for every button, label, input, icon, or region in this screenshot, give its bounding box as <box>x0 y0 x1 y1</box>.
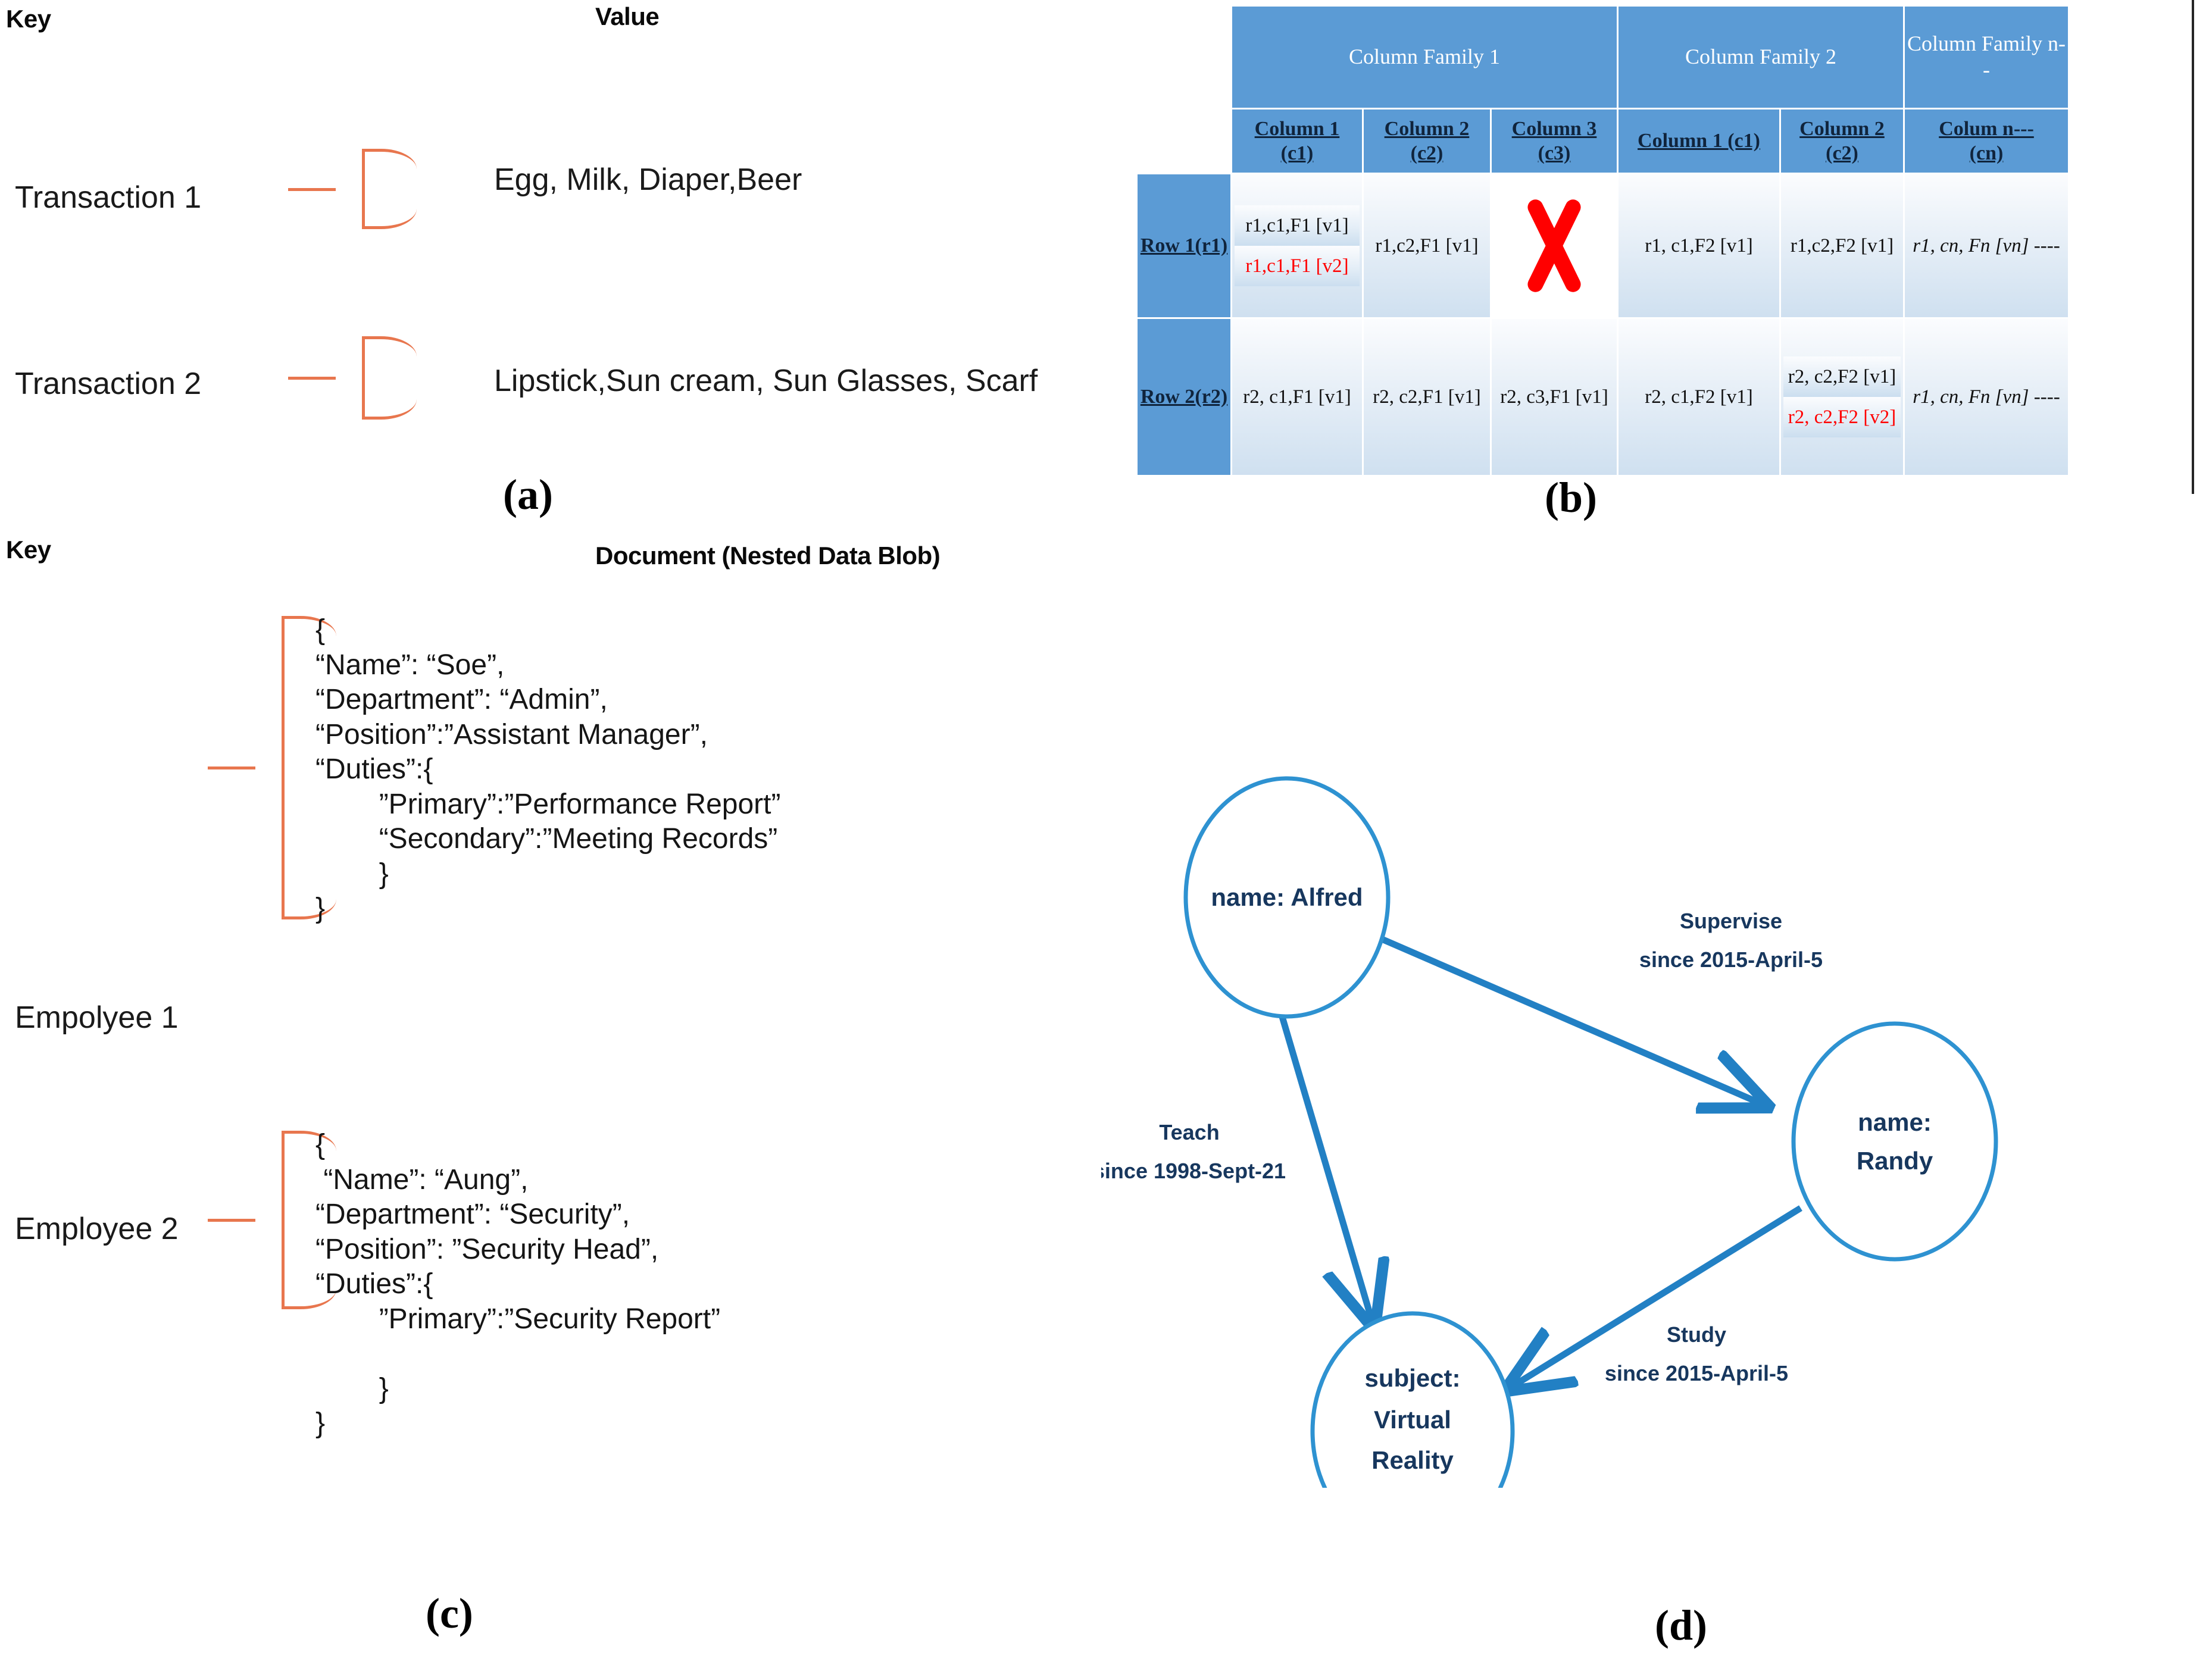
cell-r1-cn-fn: r1, cn, Fn [vn] ---- <box>1905 174 2068 317</box>
document-column-header: Document (Nested Data Blob) <box>595 542 941 570</box>
cell-r1-c1-f1: r1,c1,F1 [v1] r1,c1,F1 [v2] <box>1232 174 1362 317</box>
cell-r2-c2-f1: r2, c2,F1 [v1] <box>1364 319 1490 475</box>
brace-transaction-1 <box>288 149 423 229</box>
edge-study-label-line2: since 2015-April-5 <box>1605 1361 1788 1385</box>
node-randy <box>1791 1021 1998 1262</box>
column-header-line2: (c2) <box>1410 142 1443 164</box>
column-header-c2-f2: Column 2 (c2) <box>1781 110 1903 173</box>
cell-r1-c2-f2: r1,c2,F2 [v1] <box>1781 174 1903 317</box>
table-column-family-row: Column Family 1 Column Family 2 Column F… <box>1138 7 2068 108</box>
edge-teach <box>1276 1008 1372 1321</box>
key-column-header: Key <box>6 536 51 564</box>
cell-version-v2: r1,c1,F1 [v2] <box>1235 246 1360 287</box>
column-header-cn-fn: Colum n--- (cn) <box>1905 110 2068 173</box>
edge-supervise-label-line2: since 2015-April-5 <box>1639 947 1823 972</box>
column-header-c1-f2: Column 1 (c1) <box>1619 110 1779 173</box>
cell-r2-cn-fn: r1, cn, Fn [vn] ---- <box>1905 319 2068 475</box>
cell-r1-c1-f2: r1, c1,F2 [v1] <box>1619 174 1779 317</box>
cell-r2-c3-f1: r2, c3,F1 [v1] <box>1492 319 1617 475</box>
red-x-icon <box>1494 189 1614 302</box>
panel-b-right-rule <box>2192 0 2194 494</box>
transaction-1-key: Transaction 1 <box>15 180 202 215</box>
graph-diagram: name: Alfred name: Randy subject: Virtua… <box>1101 776 1998 1488</box>
corner-cell-2 <box>1138 110 1230 173</box>
transaction-1-value: Egg, Milk, Diaper,Beer <box>494 162 802 197</box>
brace-transaction-2 <box>288 336 423 420</box>
column-family-n-header: Column Family n-- <box>1905 7 2068 108</box>
transaction-2-value: Lipstick,Sun cream, Sun Glasses, Scarf <box>494 364 1038 398</box>
cell-r1-c2-f1: r1,c2,F1 [v1] <box>1364 174 1490 317</box>
column-header-c3-f1: Column 3 (c3) <box>1492 110 1617 173</box>
cell-r2-c1-f1: r2, c1,F1 [v1] <box>1232 319 1362 475</box>
corner-cell <box>1138 7 1230 108</box>
column-header-line1: Column 1 <box>1254 117 1340 140</box>
panel-a-label: (a) <box>503 471 553 518</box>
transaction-2-key: Transaction 2 <box>15 367 202 401</box>
edge-teach-label-line1: Teach <box>1159 1120 1219 1144</box>
node-randy-label-line1: name: <box>1858 1108 1932 1136</box>
cell-r2-c2-f2: r2, c2,F2 [v1] r2, c2,F2 [v2] <box>1781 319 1903 475</box>
panel-d-graph-model: name: Alfred name: Randy subject: Virtua… <box>1101 714 2209 1649</box>
column-header-line1: Column 3 <box>1511 117 1597 140</box>
column-header-line2: (cn) <box>1969 142 2004 164</box>
column-family-table: Column Family 1 Column Family 2 Column F… <box>1136 5 2070 477</box>
column-header-line2: (c1) <box>1280 142 1314 164</box>
edge-study <box>1512 1205 1802 1387</box>
panel-c-label: (c) <box>426 1590 473 1637</box>
panel-b-label: (b) <box>1545 474 1597 521</box>
panel-c-document-store: Key Document (Nested Data Blob) Empolyee… <box>0 536 1101 1680</box>
row-header-r1: Row 1(r1) <box>1138 174 1230 317</box>
column-header-line1: Colum n--- <box>1939 117 2034 140</box>
column-header-line1: Column 1 (c1) <box>1638 130 1760 152</box>
employee-2-key: Employee 2 <box>15 1212 179 1246</box>
panel-a-key-value: Key Value Transaction 1 Egg, Milk, Diape… <box>0 0 1101 536</box>
node-randy-label-line2: Randy <box>1857 1147 1933 1175</box>
column-header-c1-f1: Column 1 (c1) <box>1232 110 1362 173</box>
panel-b-column-family-table: Column Family 1 Column Family 2 Column F… <box>1101 0 2209 536</box>
node-vr-label-line1: subject: <box>1364 1364 1460 1392</box>
column-header-line2: (c3) <box>1538 142 1571 164</box>
row-header-r2: Row 2(r2) <box>1138 319 1230 475</box>
column-family-1-header: Column Family 1 <box>1232 7 1617 108</box>
node-vr-label-line3: Reality <box>1371 1446 1454 1474</box>
edge-teach-label-line2: since 1998-Sept-21 <box>1101 1159 1286 1183</box>
table-row: Row 1(r1) r1,c1,F1 [v1] r1,c1,F1 [v2] r1… <box>1138 174 2068 317</box>
employee-1-document: { “Name”: “Soe”, “Department”: “Admin”, … <box>315 614 781 925</box>
column-header-line1: Column 2 <box>1384 117 1470 140</box>
edge-supervise-label-line1: Supervise <box>1680 909 1782 933</box>
cell-r1-c3-f1-empty <box>1492 174 1617 317</box>
column-header-c2-f1: Column 2 (c2) <box>1364 110 1490 173</box>
column-family-2-header: Column Family 2 <box>1619 7 1903 108</box>
employee-2-document: { “Name”: “Aung”, “Department”: “Securit… <box>315 1129 721 1440</box>
edge-study-label-line1: Study <box>1667 1322 1726 1347</box>
column-header-line2: (c2) <box>1826 142 1858 164</box>
node-vr-label-line2: Virtual <box>1374 1406 1451 1434</box>
cell-version-v1: r1,c1,F1 [v1] <box>1235 205 1360 246</box>
key-column-header: Key <box>6 5 51 33</box>
table-row: Row 2(r2) r2, c1,F1 [v1] r2, c2,F1 [v1] … <box>1138 319 2068 475</box>
column-header-line1: Column 2 <box>1799 117 1885 140</box>
panel-d-label: (d) <box>1655 1601 1707 1649</box>
cell-version-v2: r2, c2,F2 [v2] <box>1783 397 1901 438</box>
value-column-header: Value <box>595 2 660 30</box>
node-alfred-label: name: Alfred <box>1211 883 1363 911</box>
cell-r2-c1-f2: r2, c1,F2 [v1] <box>1619 319 1779 475</box>
table-column-header-row: Column 1 (c1) Column 2 (c2) Column 3 (c3… <box>1138 110 2068 173</box>
cell-version-v1: r2, c2,F2 [v1] <box>1783 356 1901 397</box>
employee-1-key: Empolyee 1 <box>15 1000 179 1035</box>
